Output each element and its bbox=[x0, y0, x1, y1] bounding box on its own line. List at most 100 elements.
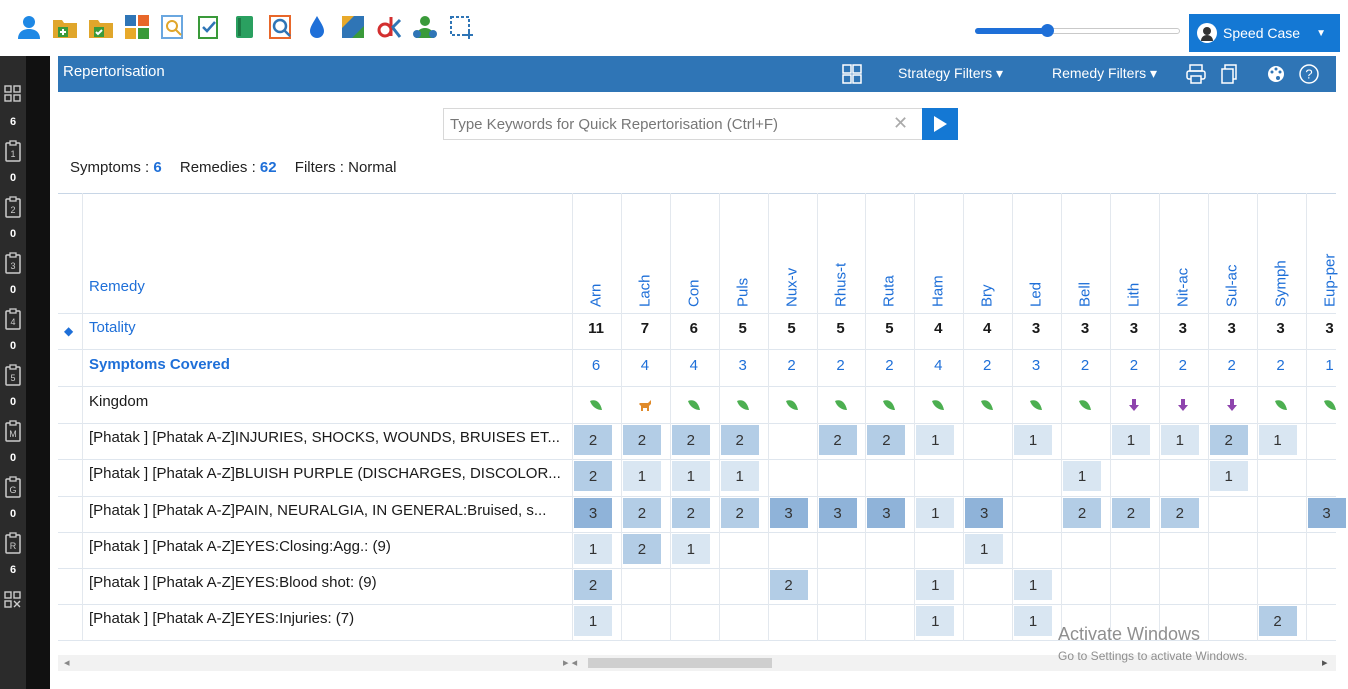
grid-x-icon[interactable] bbox=[3, 590, 23, 612]
symptom-row-label[interactable]: [Phatak ] [Phatak A-Z]EYES:Closing:Agg.:… bbox=[89, 538, 569, 555]
grade-cell[interactable]: 1 bbox=[720, 461, 759, 491]
print-icon[interactable] bbox=[1185, 63, 1207, 85]
remedy-filters-button[interactable]: Remedy Filters ▾ bbox=[1052, 65, 1157, 82]
grade-cell[interactable]: 3 bbox=[965, 498, 1004, 528]
remedy-column-lach[interactable]: Lach bbox=[621, 193, 669, 313]
zoom-search-icon[interactable] bbox=[268, 14, 294, 40]
grade-cell[interactable]: 1 bbox=[1209, 461, 1248, 491]
grade-cell[interactable]: 1 bbox=[916, 570, 955, 600]
remedy-column-ham[interactable]: Ham bbox=[914, 193, 962, 313]
grade-cell[interactable]: 1 bbox=[671, 534, 710, 564]
grade-cell[interactable]: 2 bbox=[622, 425, 661, 455]
close-icon[interactable]: ✕ bbox=[893, 113, 908, 134]
grade-cell[interactable]: 2 bbox=[867, 425, 906, 455]
symptom-row-label[interactable]: [Phatak ] [Phatak A-Z]PAIN, NEURALGIA, I… bbox=[89, 502, 569, 519]
grade-cell[interactable]: 1 bbox=[916, 425, 955, 455]
grade-cell[interactable]: 2 bbox=[1063, 498, 1101, 528]
remedy-column-ruta[interactable]: Ruta bbox=[865, 193, 913, 313]
user-icon[interactable] bbox=[16, 14, 42, 40]
remedy-column-nux-v[interactable]: Nux-v bbox=[768, 193, 816, 313]
open-case-icon[interactable] bbox=[52, 14, 78, 40]
grade-cell[interactable]: 2 bbox=[671, 425, 710, 455]
grade-cell[interactable]: 2 bbox=[671, 498, 710, 528]
apps-grid-icon[interactable] bbox=[124, 14, 150, 40]
sort-toggle-icon[interactable]: ◆ bbox=[64, 324, 73, 338]
clipboard-3-icon[interactable]: 3 bbox=[3, 252, 23, 274]
grid-icon[interactable] bbox=[3, 84, 23, 106]
grade-cell[interactable]: 2 bbox=[1111, 498, 1150, 528]
symptom-row-label[interactable]: [Phatak ] [Phatak A-Z]EYES:Injuries: (7) bbox=[89, 610, 569, 627]
grade-cell[interactable]: 1 bbox=[1063, 461, 1101, 491]
grade-cell[interactable]: 3 bbox=[818, 498, 857, 528]
copy-icon[interactable] bbox=[1218, 63, 1240, 85]
grade-cell[interactable]: 1 bbox=[574, 534, 612, 564]
clipboard-5-icon[interactable]: 5 bbox=[3, 364, 23, 386]
grade-cell[interactable]: 1 bbox=[1111, 425, 1150, 455]
clipboard-r-icon[interactable]: R bbox=[3, 532, 23, 554]
clipboard-4-icon[interactable]: 4 bbox=[3, 308, 23, 330]
help-icon[interactable]: ? bbox=[1298, 63, 1320, 85]
strategy-filters-button[interactable]: Strategy Filters ▾ bbox=[898, 65, 1003, 82]
remedy-column-lith[interactable]: Lith bbox=[1110, 193, 1158, 313]
grade-cell[interactable]: 2 bbox=[769, 570, 808, 600]
grade-cell[interactable]: 1 bbox=[1014, 606, 1053, 636]
clipboard-m-icon[interactable]: M bbox=[3, 420, 23, 442]
grade-cell[interactable]: 2 bbox=[1209, 425, 1248, 455]
clipboard-1-icon[interactable]: 1 bbox=[3, 140, 23, 162]
scroll-right-icon[interactable]: ▸ bbox=[1322, 656, 1328, 669]
grade-cell[interactable]: 1 bbox=[965, 534, 1004, 564]
remedy-picture-icon[interactable] bbox=[340, 14, 366, 40]
remedy-column-bell[interactable]: Bell bbox=[1061, 193, 1109, 313]
zoom-slider-thumb[interactable] bbox=[1041, 24, 1054, 37]
grade-cell[interactable]: 2 bbox=[574, 425, 612, 455]
remedy-column-sul-ac[interactable]: Sul-ac bbox=[1208, 193, 1256, 313]
grade-cell[interactable]: 1 bbox=[574, 606, 612, 636]
book-icon[interactable] bbox=[232, 14, 258, 40]
grade-cell[interactable]: 1 bbox=[916, 606, 955, 636]
grade-cell[interactable]: 3 bbox=[574, 498, 612, 528]
patients-icon[interactable] bbox=[412, 14, 438, 40]
grade-cell[interactable]: 2 bbox=[818, 425, 857, 455]
grade-cell[interactable]: 2 bbox=[622, 534, 661, 564]
grade-cell[interactable]: 1 bbox=[916, 498, 955, 528]
remedy-column-arn[interactable]: Arn bbox=[572, 193, 620, 313]
drop-icon[interactable] bbox=[304, 14, 330, 40]
remedy-column-led[interactable]: Led bbox=[1012, 193, 1060, 313]
remedy-column-bry[interactable]: Bry bbox=[963, 193, 1011, 313]
grade-cell[interactable]: 1 bbox=[1014, 425, 1053, 455]
grade-cell[interactable]: 1 bbox=[671, 461, 710, 491]
grade-cell[interactable]: 3 bbox=[769, 498, 808, 528]
grade-cell[interactable]: 1 bbox=[1258, 425, 1297, 455]
remedy-column-puls[interactable]: Puls bbox=[719, 193, 767, 313]
search-submit-button[interactable] bbox=[922, 108, 958, 140]
scroll-left-icon[interactable]: ◂ bbox=[64, 656, 70, 669]
grade-cell[interactable]: 1 bbox=[622, 461, 661, 491]
remedy-column-rhus-t[interactable]: Rhus-t bbox=[817, 193, 865, 313]
grade-cell[interactable]: 2 bbox=[574, 570, 612, 600]
grade-cell[interactable]: 1 bbox=[1160, 425, 1199, 455]
grade-cell[interactable]: 2 bbox=[1258, 606, 1297, 636]
grade-cell[interactable]: 2 bbox=[622, 498, 661, 528]
clipboard-g-icon[interactable]: G bbox=[3, 476, 23, 498]
grade-cell[interactable]: 3 bbox=[867, 498, 906, 528]
grade-cell[interactable]: 2 bbox=[574, 461, 612, 491]
symptom-row-label[interactable]: [Phatak ] [Phatak A-Z]INJURIES, SHOCKS, … bbox=[89, 429, 569, 446]
remedy-column-con[interactable]: Con bbox=[670, 193, 718, 313]
symptom-row-label[interactable]: [Phatak ] [Phatak A-Z]BLUISH PURPLE (DIS… bbox=[89, 465, 569, 482]
grade-cell[interactable]: 2 bbox=[720, 498, 759, 528]
grid-view-icon[interactable] bbox=[841, 63, 863, 85]
palette-icon[interactable] bbox=[1265, 63, 1287, 85]
speed-case-button[interactable]: Speed Case ▼ bbox=[1189, 14, 1340, 52]
clipboard-icon[interactable] bbox=[196, 14, 222, 40]
grade-cell[interactable]: 1 bbox=[1014, 570, 1053, 600]
scrollbar-thumb[interactable] bbox=[588, 658, 772, 668]
grade-cell[interactable]: 2 bbox=[1160, 498, 1199, 528]
search-input[interactable] bbox=[450, 114, 880, 134]
clipboard-2-icon[interactable]: 2 bbox=[3, 196, 23, 218]
grade-cell[interactable]: 2 bbox=[720, 425, 759, 455]
remedy-column-eup-per[interactable]: Eup-per bbox=[1306, 193, 1348, 313]
symptom-row-label[interactable]: [Phatak ] [Phatak A-Z]EYES:Blood shot: (… bbox=[89, 574, 569, 591]
dk-logo-icon[interactable] bbox=[376, 14, 402, 40]
verified-folder-icon[interactable] bbox=[88, 14, 114, 40]
search-repertory-icon[interactable] bbox=[160, 14, 186, 40]
